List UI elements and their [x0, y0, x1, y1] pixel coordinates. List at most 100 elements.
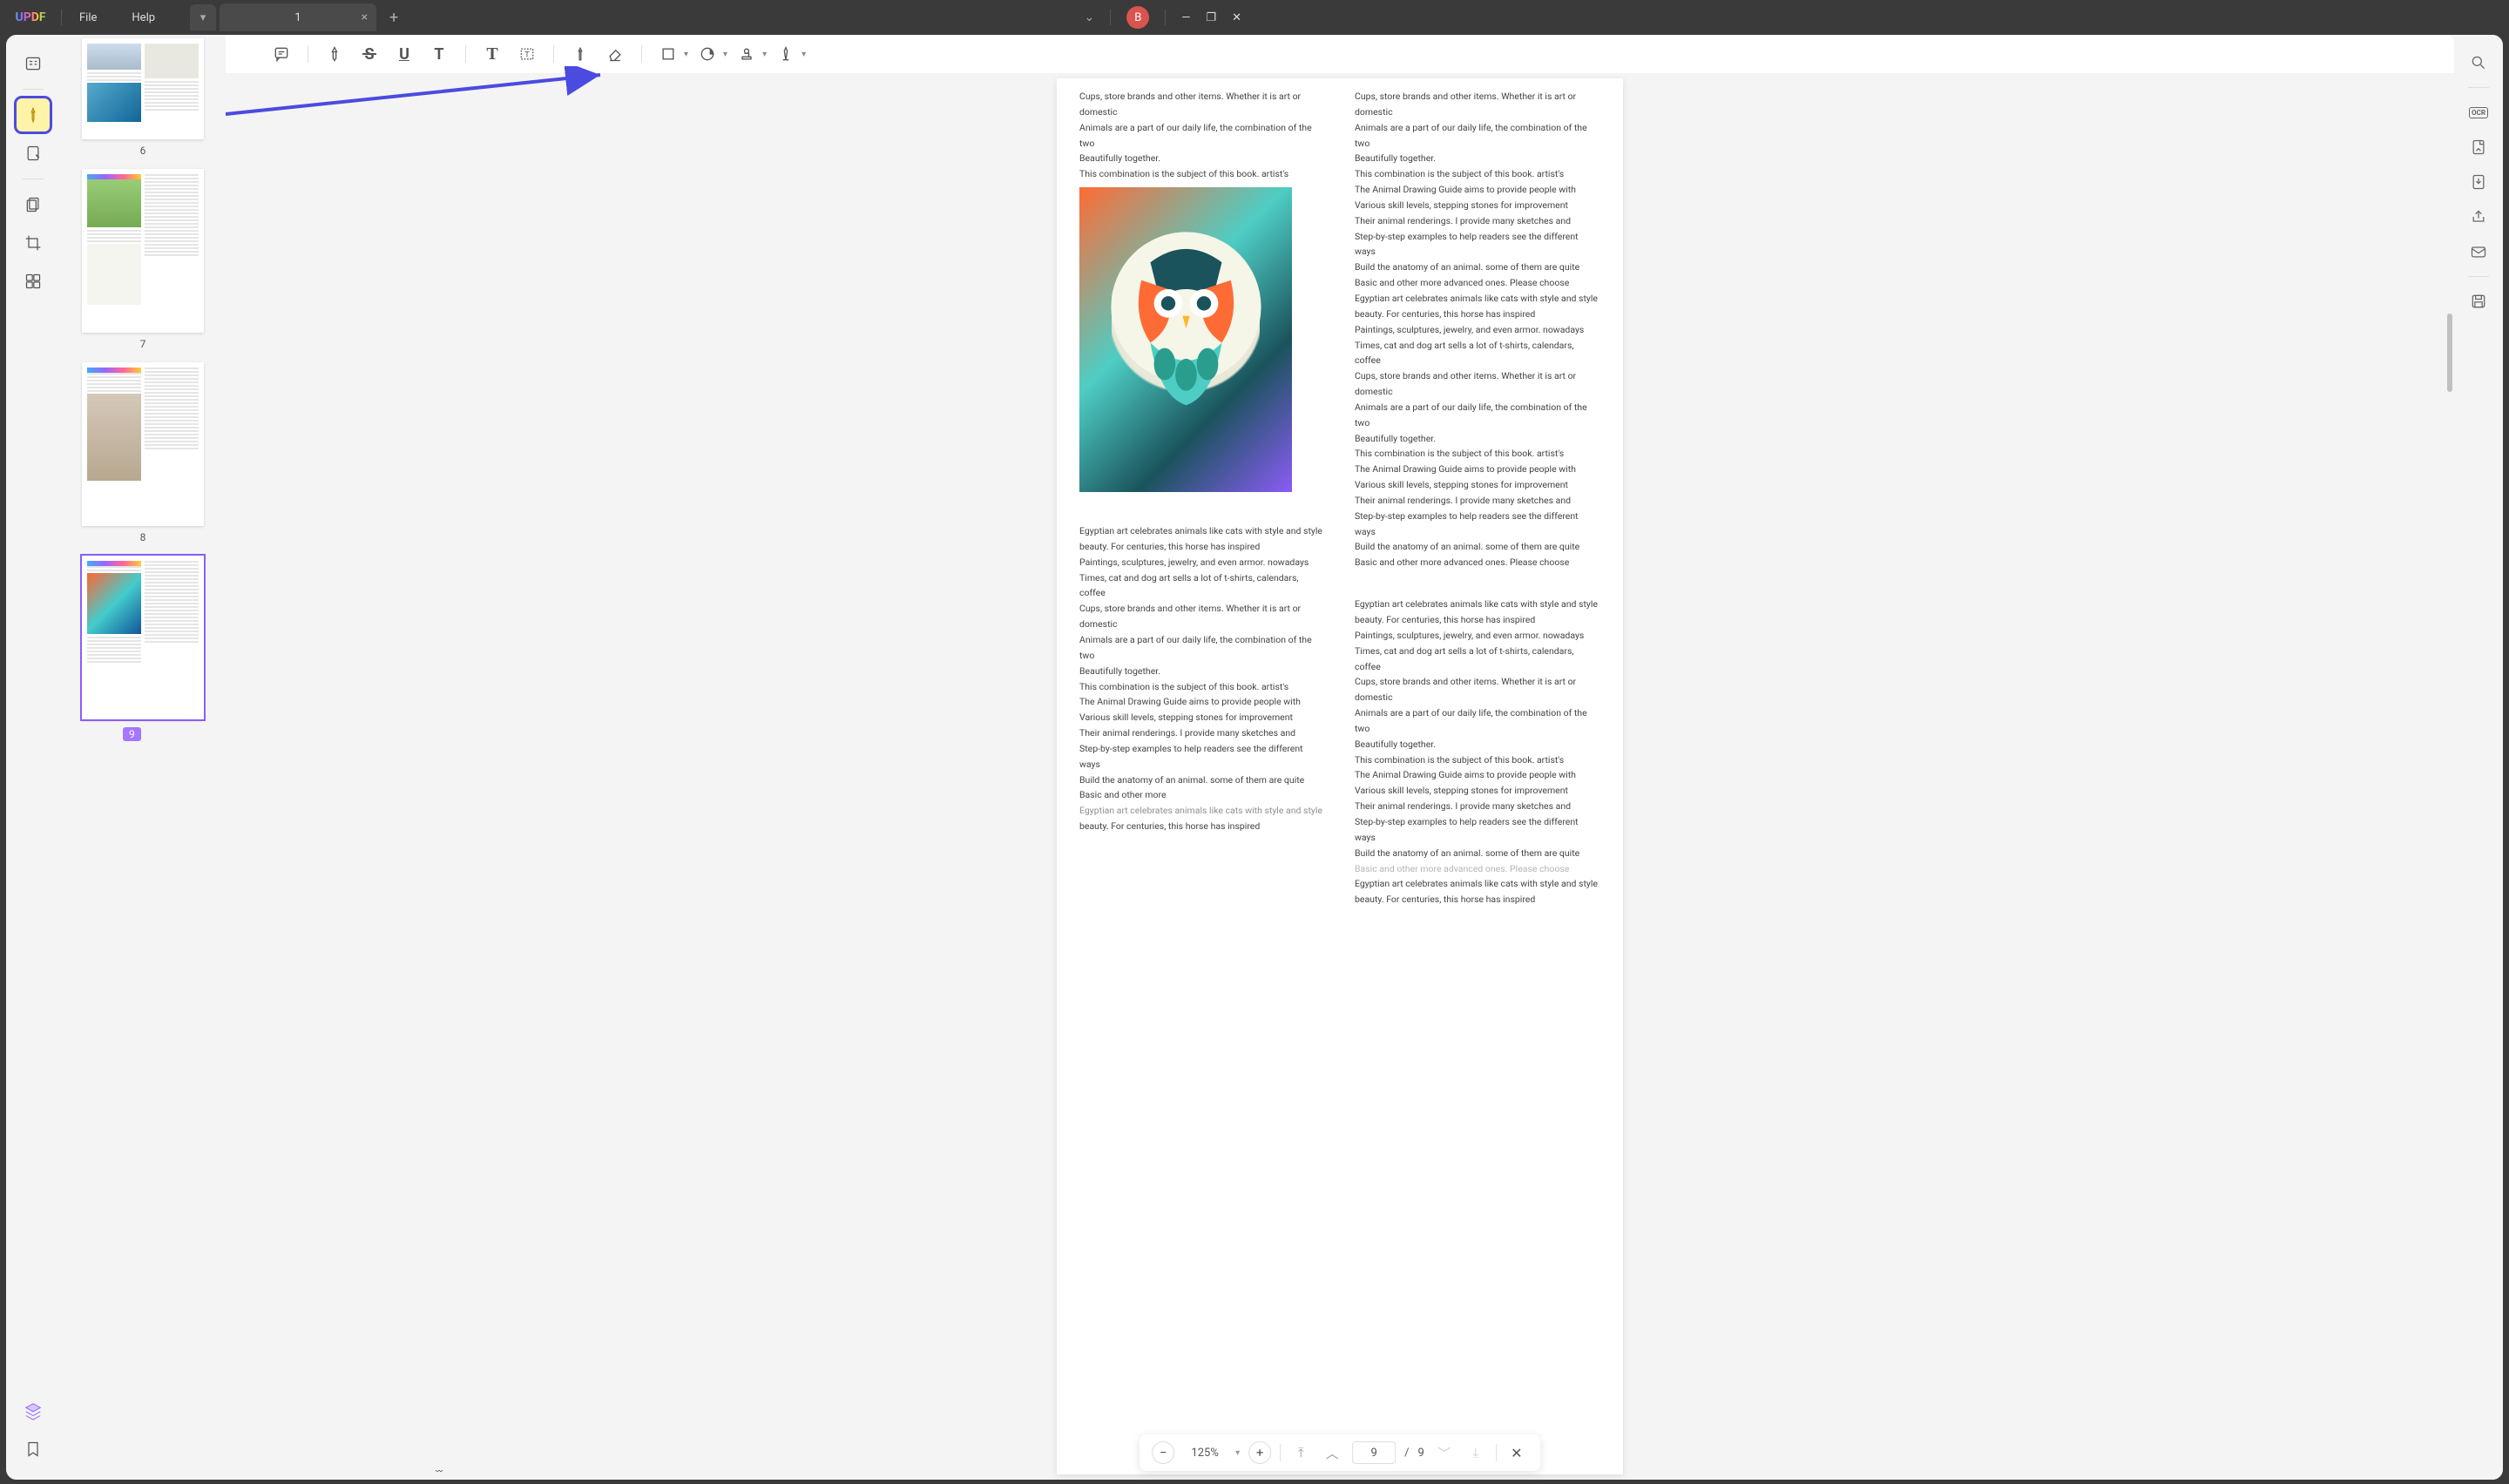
page-number-input[interactable]: 9 [1352, 1441, 1396, 1464]
document-tab[interactable]: 1 × [220, 3, 376, 31]
text-line: This combination is the subject of this … [1355, 166, 1600, 182]
textbox-button[interactable]: T [511, 40, 543, 68]
chevron-down-icon[interactable]: ▾ [762, 50, 767, 59]
edit-tool-button[interactable] [17, 137, 50, 170]
divider [2468, 276, 2489, 277]
underline-button[interactable]: U [389, 40, 420, 68]
pencil-button[interactable] [565, 40, 596, 68]
share-button[interactable] [2463, 201, 2494, 233]
page-thumbnail[interactable] [82, 362, 204, 526]
text-line: Egyptian art celebrates animals like cat… [1355, 597, 1600, 612]
text-line: beauty. For centuries, this horse has in… [1079, 539, 1325, 555]
text-line: Cups, store brands and other items. Whet… [1355, 674, 1600, 705]
chevron-down-icon[interactable]: ▾ [684, 50, 688, 59]
maximize-icon[interactable]: ❐ [1206, 11, 1216, 24]
text-line: Basic and other more advanced ones. Plea… [1355, 555, 1600, 570]
page-total: 9 [1418, 1447, 1424, 1460]
divider [1110, 10, 1111, 25]
text-line: This combination is the subject of this … [1355, 752, 1600, 768]
tools-button[interactable] [17, 265, 50, 298]
convert-button[interactable] [2463, 132, 2494, 163]
text-line: Beautifully together. [1355, 151, 1600, 166]
stamp-button[interactable] [731, 40, 762, 68]
text-line: Paintings, sculptures, jewelry, and even… [1355, 322, 1600, 338]
chevron-down-icon[interactable]: ▾ [723, 50, 727, 59]
comment-tool-button[interactable] [17, 98, 50, 132]
page-thumbnail[interactable] [82, 556, 204, 719]
next-page-button[interactable]: ﹀ [1433, 1441, 1456, 1464]
page-thumbnail[interactable] [82, 169, 204, 333]
text-line: Beautifully together. [1079, 151, 1325, 166]
zoom-in-button[interactable]: + [1248, 1441, 1271, 1464]
text-line: Times, cat and dog art sells a lot of t-… [1079, 570, 1325, 602]
separator [553, 45, 554, 63]
zoom-out-button[interactable]: − [1152, 1441, 1174, 1464]
crop-tool-button[interactable] [17, 226, 50, 260]
layers-button[interactable] [17, 1394, 50, 1427]
text-line: Paintings, sculptures, jewelry, and even… [1079, 555, 1325, 570]
eraser-button[interactable] [599, 40, 631, 68]
chevron-down-icon[interactable]: ▾ [1235, 1448, 1240, 1458]
text-line: Beautifully together. [1355, 431, 1600, 447]
thumbnail-panel[interactable]: 6 7 8 9 [60, 35, 226, 1480]
signature-button[interactable] [770, 40, 801, 68]
bookmark-button[interactable] [17, 1433, 50, 1466]
text-line: This combination is the subject of this … [1079, 679, 1325, 695]
note-button[interactable] [266, 40, 297, 68]
titlebar: UPDF File Help ▾ 1 × + ⌄ B — ❐ ✕ [0, 0, 1254, 35]
text-line: Beautifully together. [1079, 664, 1325, 679]
compress-button[interactable] [2463, 166, 2494, 198]
close-bar-button[interactable]: ✕ [1505, 1441, 1528, 1464]
thumbnail-number: 6 [69, 145, 217, 157]
text-line: Cups, store brands and other items. Whet… [1355, 89, 1600, 120]
email-button[interactable] [2463, 236, 2494, 267]
thumbnail-number: 9 [123, 727, 141, 741]
search-button[interactable] [2463, 47, 2494, 78]
page-thumbnail[interactable] [82, 38, 204, 139]
divider [23, 89, 44, 90]
text-line: beauty. For centuries, this horse has in… [1355, 612, 1600, 628]
text-line: Various skill levels, stepping stones fo… [1079, 710, 1325, 725]
text-line: Various skill levels, stepping stones fo… [1355, 477, 1600, 493]
pages-tool-button[interactable] [17, 188, 50, 221]
highlight-button[interactable] [319, 40, 350, 68]
separator [1496, 1444, 1497, 1461]
text-line: Their animal renderings. I provide many … [1355, 493, 1600, 509]
text-button[interactable]: T [477, 40, 508, 68]
chevron-down-icon[interactable]: ▾ [801, 50, 806, 59]
strikethrough-button[interactable]: S [354, 40, 385, 68]
text-line: Their animal renderings. I provide many … [1079, 725, 1325, 741]
user-avatar[interactable]: B [1126, 6, 1149, 29]
menu-file[interactable]: File [62, 11, 114, 24]
tab-dropdown[interactable]: ▾ [190, 4, 216, 30]
app-logo: UPDF [0, 10, 61, 24]
ocr-button[interactable]: OCR [2463, 97, 2494, 128]
chevron-down-icon[interactable]: ⌄ [1085, 10, 1095, 24]
close-window-icon[interactable]: ✕ [1232, 11, 1241, 24]
menu-help[interactable]: Help [114, 11, 172, 24]
text-line: Animals are a part of our daily life, th… [1355, 120, 1600, 152]
last-page-button[interactable]: ⤓ [1464, 1441, 1487, 1464]
reader-mode-button[interactable] [17, 47, 50, 80]
first-page-button[interactable]: ⤒ [1289, 1441, 1312, 1464]
text-line: Animals are a part of our daily life, th… [1079, 632, 1325, 664]
text-line: Animals are a part of our daily life, th… [1355, 705, 1600, 737]
save-button[interactable] [2463, 286, 2494, 317]
sticker-button[interactable] [692, 40, 723, 68]
minimize-icon[interactable]: — [1181, 11, 1190, 24]
document-viewport[interactable]: Cups, store brands and other items. Whet… [226, 73, 2454, 1480]
shape-button[interactable] [653, 40, 684, 68]
thumbnail-number: 7 [69, 338, 217, 350]
text-line: Build the anatomy of an animal. some of … [1079, 772, 1325, 788]
main-area: S U T〰 T T ▾ ▾ ▾ ▾ Cups, store brands an… [226, 35, 2454, 1480]
add-tab-button[interactable]: + [389, 9, 398, 27]
text-line: Their animal renderings. I provide many … [1355, 213, 1600, 229]
scrollbar[interactable] [2447, 314, 2452, 392]
page-separator: / [1404, 1447, 1409, 1460]
squiggly-button[interactable]: T〰 [423, 40, 455, 68]
prev-page-button[interactable]: ︿ [1321, 1441, 1343, 1464]
separator [641, 45, 642, 63]
close-icon[interactable]: × [362, 10, 368, 24]
text-line: The Animal Drawing Guide aims to provide… [1355, 462, 1600, 477]
text-line: The Animal Drawing Guide aims to provide… [1355, 767, 1600, 783]
